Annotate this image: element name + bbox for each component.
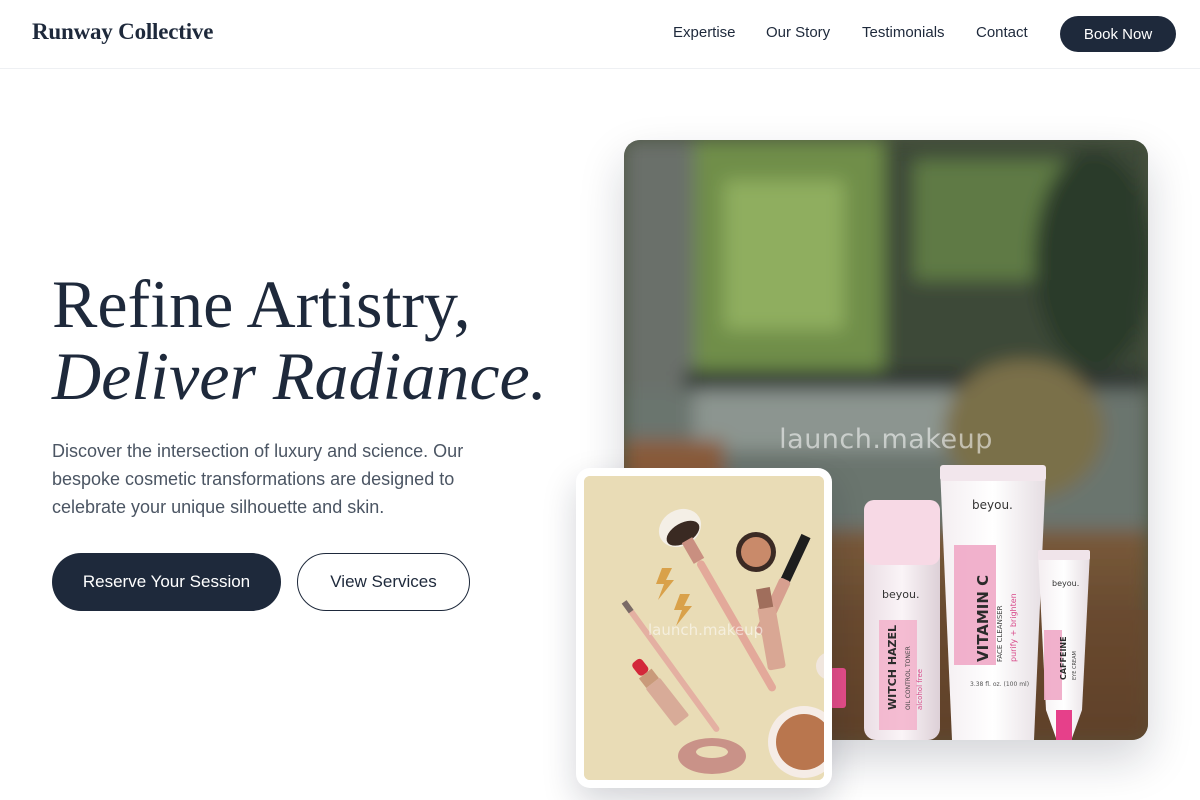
svg-text:beyou.: beyou. bbox=[882, 588, 919, 601]
nav-link-our-story[interactable]: Our Story bbox=[766, 24, 830, 41]
site-header: Runway Collective Expertise Our Story Te… bbox=[0, 0, 1200, 69]
makeup-flatlay-card: launch.makeup bbox=[576, 468, 832, 788]
svg-text:EYE CREAM: EYE CREAM bbox=[1072, 651, 1078, 680]
view-services-button[interactable]: View Services bbox=[297, 553, 470, 611]
makeup-flatlay-photo: launch.makeup bbox=[584, 476, 824, 780]
main-photo-watermark: launch.makeup bbox=[779, 424, 993, 455]
nav-link-contact[interactable]: Contact bbox=[976, 24, 1028, 41]
hero-headline-line1: Refine Artistry, bbox=[52, 266, 471, 342]
nav-link-expertise[interactable]: Expertise bbox=[673, 24, 736, 41]
nav-link-testimonials[interactable]: Testimonials bbox=[862, 24, 945, 41]
brand-logo[interactable]: Runway Collective bbox=[32, 19, 213, 45]
svg-text:beyou.: beyou. bbox=[972, 498, 1013, 512]
svg-text:3.38 fl. oz. (100 ml): 3.38 fl. oz. (100 ml) bbox=[970, 681, 1029, 688]
svg-text:WITCH HAZEL: WITCH HAZEL bbox=[886, 625, 899, 710]
hero-headline-line2: Deliver Radiance. bbox=[52, 338, 547, 414]
svg-text:alcohol free: alcohol free bbox=[916, 669, 924, 710]
svg-text:OIL CONTROL TONER: OIL CONTROL TONER bbox=[905, 646, 912, 710]
card-photo-watermark: launch.makeup bbox=[648, 621, 764, 639]
book-now-button[interactable]: Book Now bbox=[1060, 16, 1176, 52]
reserve-session-button[interactable]: Reserve Your Session bbox=[52, 553, 281, 611]
hero-subcopy: Discover the intersection of luxury and … bbox=[52, 441, 464, 517]
svg-text:beyou.: beyou. bbox=[1052, 579, 1079, 588]
svg-text:FACE CLEANSER: FACE CLEANSER bbox=[996, 605, 1004, 662]
svg-text:VITAMIN C: VITAMIN C bbox=[974, 575, 992, 662]
svg-text:CAFFEINE: CAFFEINE bbox=[1059, 636, 1068, 680]
hero-headline: Refine Artistry, Deliver Radiance. bbox=[52, 268, 547, 412]
svg-text:purify + brighten: purify + brighten bbox=[1009, 593, 1018, 662]
